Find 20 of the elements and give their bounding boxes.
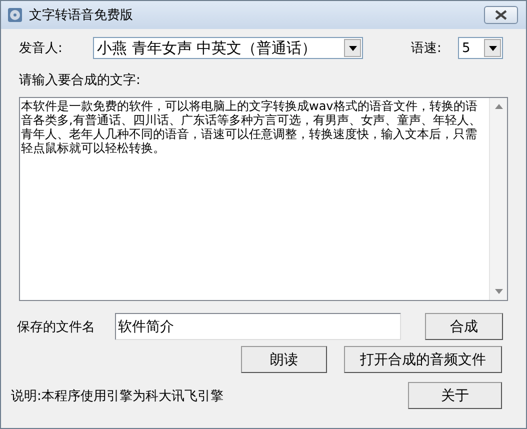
synthesize-button[interactable]: 合成 <box>425 313 503 340</box>
dropdown-arrow-button[interactable] <box>484 39 501 57</box>
filename-field[interactable]: 软件简介 <box>115 313 401 340</box>
app-icon <box>7 7 23 23</box>
read-aloud-button[interactable]: 朗读 <box>241 346 327 373</box>
close-button[interactable] <box>484 6 518 24</box>
speed-dropdown[interactable]: 5 <box>458 37 503 59</box>
open-audio-button[interactable]: 打开合成的音频文件 <box>344 346 502 373</box>
window-title: 文字转语音免费版 <box>29 7 134 24</box>
filename-label: 保存的文件名 <box>17 318 96 336</box>
note-text: 说明:本程序使用引擎为科大讯飞引擎 <box>11 388 224 404</box>
dropdown-arrow-button[interactable] <box>344 39 361 57</box>
close-icon <box>495 10 507 20</box>
speaker-label: 发音人: <box>19 40 64 57</box>
speed-label: 语速: <box>411 40 442 57</box>
about-button[interactable]: 关于 <box>408 382 502 409</box>
speaker-dropdown[interactable]: 小燕 青年女声 中英文（普通话） <box>93 37 363 59</box>
caret-icon <box>348 46 356 50</box>
text-input-label: 请输入要合成的文字: <box>19 72 142 89</box>
caret-icon <box>488 46 496 50</box>
